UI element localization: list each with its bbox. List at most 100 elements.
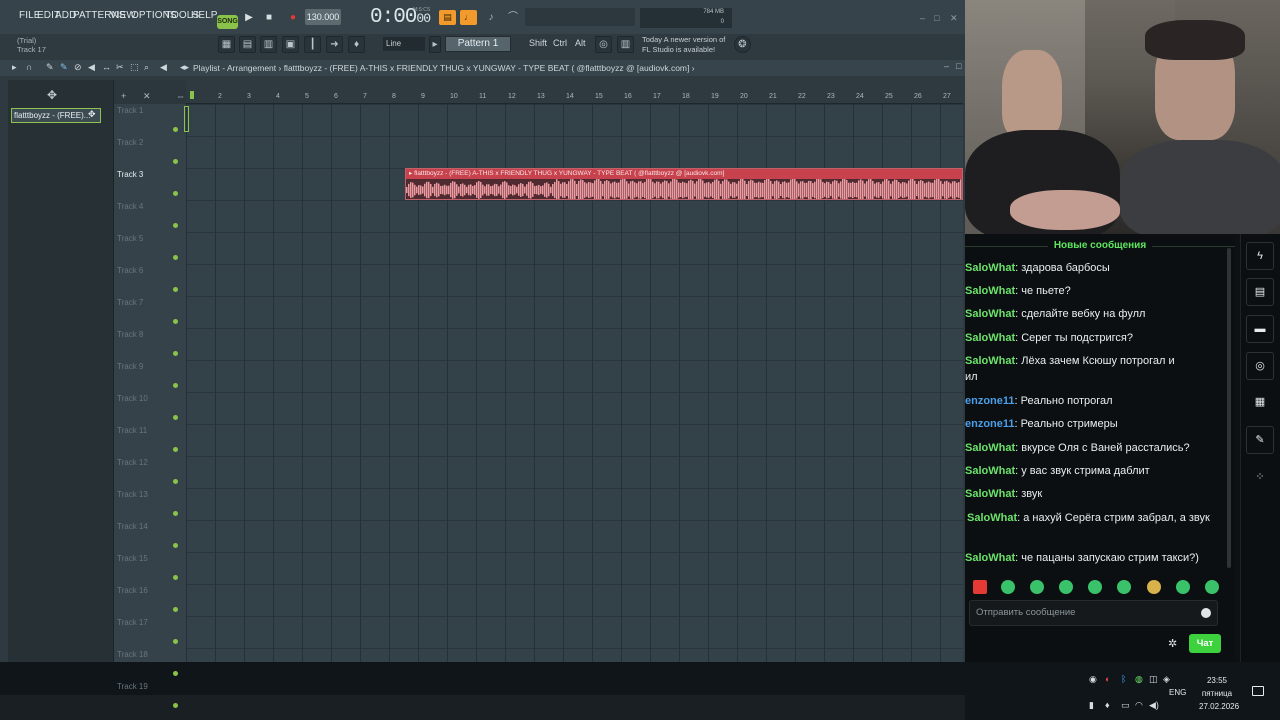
notification-icon[interactable] xyxy=(1252,686,1264,696)
chat-nick[interactable]: SaloWhat xyxy=(965,332,1015,344)
chat-nick[interactable]: SaloWhat xyxy=(967,512,1017,524)
emote-face-icon[interactable] xyxy=(1147,580,1161,594)
plugin-picker-icon[interactable]: ▥ xyxy=(617,36,634,53)
track-name[interactable]: Track 5 xyxy=(117,234,143,243)
language-indicator[interactable]: ENG xyxy=(1169,688,1186,697)
track-mute-led[interactable] xyxy=(173,607,178,612)
volume-icon[interactable]: ◀) xyxy=(1149,700,1159,711)
collapse-icon[interactable]: ✕ xyxy=(143,91,151,102)
minimize-icon[interactable]: – xyxy=(920,13,925,23)
emote-red-icon[interactable] xyxy=(973,580,987,594)
track-mute-led[interactable] xyxy=(173,383,178,388)
track-name[interactable]: Track 18 xyxy=(117,650,148,659)
browser-add-icon[interactable]: ✥ xyxy=(47,88,57,102)
close-icon[interactable]: ✕ xyxy=(950,13,958,24)
delete-tool-icon[interactable]: ⊘ xyxy=(74,62,82,73)
track-name[interactable]: Track 3 xyxy=(117,170,143,179)
track-name[interactable]: Track 1 xyxy=(117,106,143,115)
emote-frog-icon[interactable] xyxy=(1176,580,1190,594)
pattern-prev-icon[interactable]: ▸ xyxy=(429,36,441,53)
broadcast-icon[interactable]: ◎ xyxy=(1246,352,1274,380)
select-tool-icon[interactable]: ⬚ xyxy=(130,62,139,73)
ctrl-key[interactable]: Ctrl xyxy=(553,38,567,48)
draw-tool-icon[interactable]: ✎ xyxy=(46,62,54,73)
tray-app-icon[interactable]: ◉ xyxy=(1089,674,1097,685)
track-name[interactable]: Track 8 xyxy=(117,330,143,339)
record-icon[interactable]: ● xyxy=(286,11,300,25)
zoom-tool-icon[interactable]: ⌕ xyxy=(144,62,149,73)
emote-frog-icon[interactable] xyxy=(1205,580,1219,594)
update-notice[interactable]: Today A newer version of FL Studio is av… xyxy=(642,35,737,55)
chat-nick[interactable]: SaloWhat xyxy=(965,552,1015,564)
chat-send-button[interactable]: Чат xyxy=(1189,634,1221,653)
track-name[interactable]: Track 17 xyxy=(117,618,148,627)
track-name[interactable]: Track 2 xyxy=(117,138,143,147)
track-mute-led[interactable] xyxy=(173,319,178,324)
track-mute-led[interactable] xyxy=(173,127,178,132)
wifi-icon[interactable]: ◠ xyxy=(1135,700,1143,711)
chat-nick[interactable]: SaloWhat xyxy=(965,308,1015,320)
chat-nick[interactable]: SaloWhat xyxy=(965,442,1015,454)
add-track-icon[interactable]: + xyxy=(121,91,126,101)
track-name[interactable]: Track 19 xyxy=(117,682,148,691)
tempo-display[interactable]: 130.000 xyxy=(305,9,341,25)
monitor-icon[interactable]: ▭ xyxy=(1121,700,1130,711)
track-mute-led[interactable] xyxy=(173,447,178,452)
lock-icon[interactable]: ▮ xyxy=(1089,700,1094,711)
stop-icon[interactable]: ■ xyxy=(262,11,276,25)
mute-tool-icon[interactable]: ◀ xyxy=(88,62,95,73)
playhead-marker[interactable] xyxy=(190,91,194,99)
audio-clip[interactable]: ▸ flatttboyzz - (FREE) A-THIS x FRIENDLY… xyxy=(405,168,963,200)
magnet-icon[interactable]: ∩ xyxy=(26,62,32,72)
bluetooth-icon[interactable]: ᛒ xyxy=(1121,674,1126,684)
track-mute-led[interactable] xyxy=(173,511,178,516)
maximize-icon[interactable]: □ xyxy=(934,13,939,23)
chat-message-input[interactable]: Отправить сообщение xyxy=(969,600,1218,626)
song-mode-button[interactable]: SONG xyxy=(217,15,238,29)
chat-nick[interactable]: enzone11 xyxy=(965,418,1015,430)
track-mute-led[interactable] xyxy=(173,415,178,420)
snap-select[interactable]: Line xyxy=(383,37,425,51)
play-arrow-icon[interactable]: ▸ xyxy=(12,62,17,73)
playlist-icon[interactable]: ▦ xyxy=(218,36,235,53)
emote-ball-icon[interactable] xyxy=(1001,580,1015,594)
typing-keyboard-icon[interactable]: ◎ xyxy=(595,36,612,53)
playlist-minimize-icon[interactable]: – xyxy=(944,61,949,71)
tray-misc-icon[interactable]: ◫ xyxy=(1149,674,1158,685)
track-name[interactable]: Track 7 xyxy=(117,298,143,307)
track-name[interactable]: Track 10 xyxy=(117,394,148,403)
track-mute-led[interactable] xyxy=(173,671,178,676)
track-mute-led[interactable] xyxy=(173,703,178,708)
wrench-icon[interactable]: ✎ xyxy=(1246,426,1274,454)
emoji-picker-icon[interactable] xyxy=(1201,608,1211,618)
arrangement-arrow-icon[interactable]: ◂▸ xyxy=(180,62,189,73)
pattern-song-icon[interactable]: ▤ xyxy=(439,10,456,25)
menu-help[interactable]: HELP xyxy=(191,10,218,21)
users-icon[interactable]: ⁘ xyxy=(1246,464,1274,492)
mixer-icon[interactable]: ┃ xyxy=(304,36,321,53)
track-mute-led[interactable] xyxy=(173,639,178,644)
document-icon[interactable]: ▤ xyxy=(1246,278,1274,306)
track-name[interactable]: Track 13 xyxy=(117,490,148,499)
metronome-icon[interactable]: ♩ xyxy=(460,10,477,25)
emote-green-icon[interactable] xyxy=(1030,580,1044,594)
browser-item-drag-icon[interactable]: ✥ xyxy=(88,109,96,120)
emote-frog-icon[interactable] xyxy=(1088,580,1102,594)
piano-roll-icon[interactable]: ▤ xyxy=(239,36,256,53)
microphone-tray-icon[interactable]: ♦ xyxy=(1105,700,1110,710)
timeline-ruler[interactable] xyxy=(186,90,963,104)
layers-icon[interactable]: ▦ xyxy=(1246,389,1274,417)
pattern-selector[interactable]: Pattern 1 xyxy=(445,36,511,52)
track-mute-led[interactable] xyxy=(173,575,178,580)
browser-icon[interactable]: ▣ xyxy=(282,36,299,53)
channel-rack-icon[interactable]: ▥ xyxy=(260,36,277,53)
slip-tool-icon[interactable]: ↔ xyxy=(102,62,111,72)
track-mute-led[interactable] xyxy=(173,351,178,356)
paint-tool-icon[interactable]: ✎ xyxy=(60,62,68,73)
slice-tool-icon[interactable]: ✂ xyxy=(116,62,124,73)
playlist-breadcrumb[interactable]: Playlist - Arrangement › flatttboyzz - (… xyxy=(193,63,695,73)
shift-key[interactable]: Shift xyxy=(529,38,547,48)
chat-bubble-icon[interactable]: ▬ xyxy=(1246,315,1274,343)
track-name[interactable]: Track 15 xyxy=(117,554,148,563)
microphone-icon[interactable]: ♦ xyxy=(348,36,365,53)
